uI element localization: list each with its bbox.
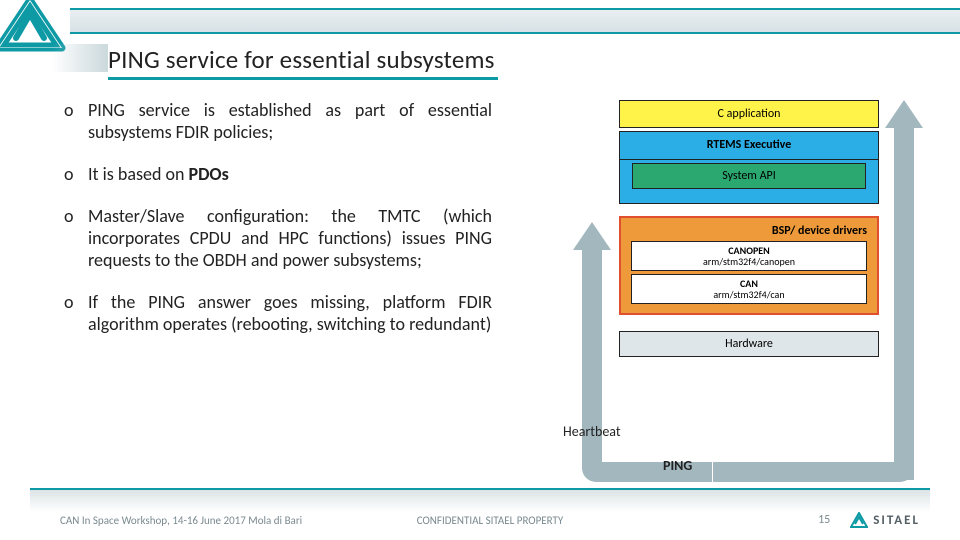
footer-center: CONFIDENTIAL SITAEL PROPERTY: [417, 514, 563, 527]
footer-left: CAN In Space Workshop, 14-16 June 2017 M…: [60, 514, 302, 527]
slide-title: PING service for essential subsystems: [108, 44, 930, 80]
bullet-1-text: PING service is established as part of e…: [88, 99, 492, 143]
top-strip: [70, 8, 960, 34]
title-lead-shade: [52, 44, 108, 72]
layer-rtems: RTEMS Executive: [620, 132, 878, 160]
bullet-1: PING service is established as part of e…: [62, 100, 492, 144]
ping-arrow-base: [713, 462, 914, 482]
layer-rtems-group: RTEMS Executive System API: [619, 131, 879, 204]
layer-canopen-sub: arm/stm32f4/canopen: [636, 256, 862, 267]
title-underline: [108, 77, 498, 80]
ping-label: PING: [663, 457, 692, 474]
bullet-2-pre: It is based on: [88, 163, 189, 185]
heartbeat-arrow-base: [582, 462, 712, 482]
footer: CAN In Space Workshop, 14-16 June 2017 M…: [60, 510, 920, 530]
bullet-2-bold: PDOs: [189, 163, 229, 185]
layer-hardware: Hardware: [619, 331, 879, 357]
footer-shade: [30, 490, 930, 512]
layer-bsp-title: BSP/ device drivers: [631, 224, 867, 238]
triangle-icon: [850, 512, 868, 528]
slide-title-text: PING service for essential subsystems: [108, 44, 495, 75]
page-number: 15: [818, 513, 830, 527]
layer-can-sub: arm/stm32f4/can: [636, 289, 862, 300]
layer-c-application: C application: [619, 100, 879, 128]
bullet-3: Master/Slave configuration: the TMTC (wh…: [62, 206, 492, 272]
layer-bsp-group: BSP/ device drivers CANOPEN arm/stm32f4/…: [619, 216, 879, 315]
bullet-4-text: If the PING answer goes missing, platfor…: [88, 291, 492, 335]
bullet-2: It is based on PDOs: [62, 164, 492, 186]
brand-logo-bottom: SITAEL: [850, 512, 920, 528]
bullet-3-text: Master/Slave configuration: the TMTC (wh…: [88, 205, 492, 271]
architecture-diagram: C application RTEMS Executive System API…: [563, 100, 923, 480]
bullet-list: PING service is established as part of e…: [62, 100, 492, 356]
heartbeat-label: Heartbeat: [563, 423, 621, 440]
ping-arrow: [885, 100, 923, 480]
layer-canopen: CANOPEN arm/stm32f4/canopen: [631, 241, 867, 271]
layer-system-api: System API: [632, 163, 866, 189]
bullet-4: If the PING answer goes missing, platfor…: [62, 292, 492, 336]
layer-can: CAN arm/stm32f4/can: [631, 274, 867, 304]
software-stack: C application RTEMS Executive System API…: [619, 100, 879, 360]
brand-name: SITAEL: [873, 513, 920, 528]
